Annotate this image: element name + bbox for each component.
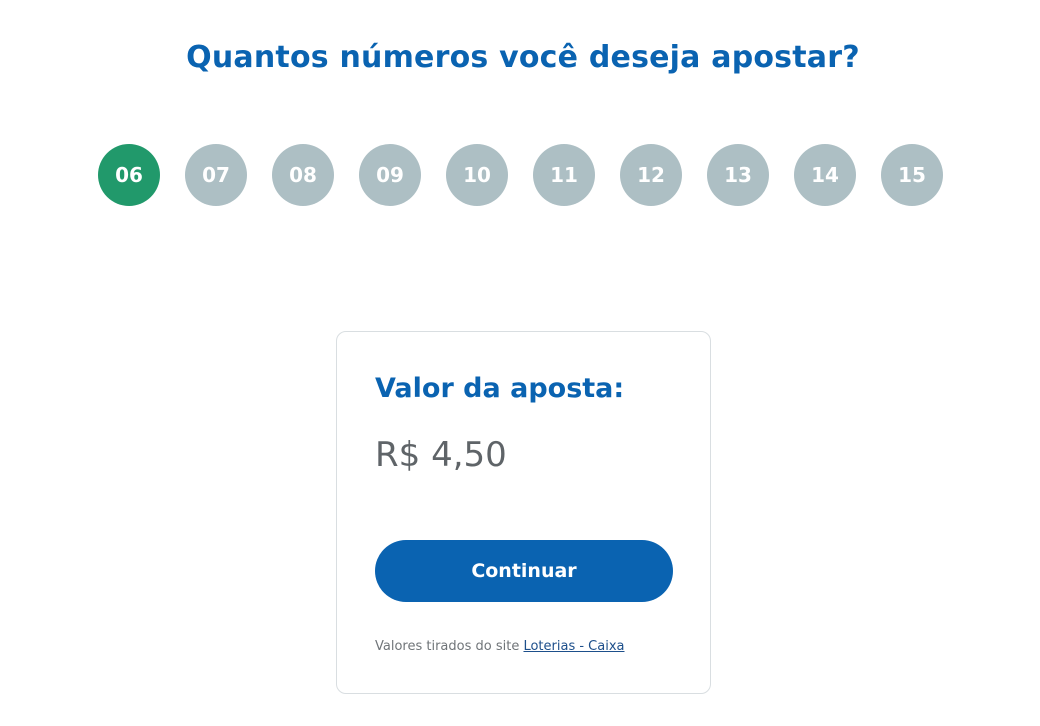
number-option-11[interactable]: 11 xyxy=(533,144,595,206)
continue-button[interactable]: Continuar xyxy=(375,540,673,602)
source-text: Valores tirados do site xyxy=(375,639,520,654)
source-link[interactable]: Loterias - Caixa xyxy=(523,639,624,654)
bet-value-card: Valor da aposta: R$ 4,50 Continuar Valor… xyxy=(336,331,711,694)
number-option-07[interactable]: 07 xyxy=(185,144,247,206)
number-option-10[interactable]: 10 xyxy=(446,144,508,206)
number-option-06[interactable]: 06 xyxy=(98,144,160,206)
number-selector: 06 07 08 09 10 11 12 13 14 15 xyxy=(98,144,943,206)
source-note: Valores tirados do site Loterias - Caixa xyxy=(375,639,625,654)
number-option-12[interactable]: 12 xyxy=(620,144,682,206)
bet-value: R$ 4,50 xyxy=(375,435,507,475)
number-option-09[interactable]: 09 xyxy=(359,144,421,206)
number-option-15[interactable]: 15 xyxy=(881,144,943,206)
number-option-14[interactable]: 14 xyxy=(794,144,856,206)
page: Quantos números você deseja apostar? 06 … xyxy=(0,0,1040,726)
number-option-13[interactable]: 13 xyxy=(707,144,769,206)
card-title: Valor da aposta: xyxy=(375,373,625,404)
number-option-08[interactable]: 08 xyxy=(272,144,334,206)
page-title: Quantos números você deseja apostar? xyxy=(186,40,860,75)
